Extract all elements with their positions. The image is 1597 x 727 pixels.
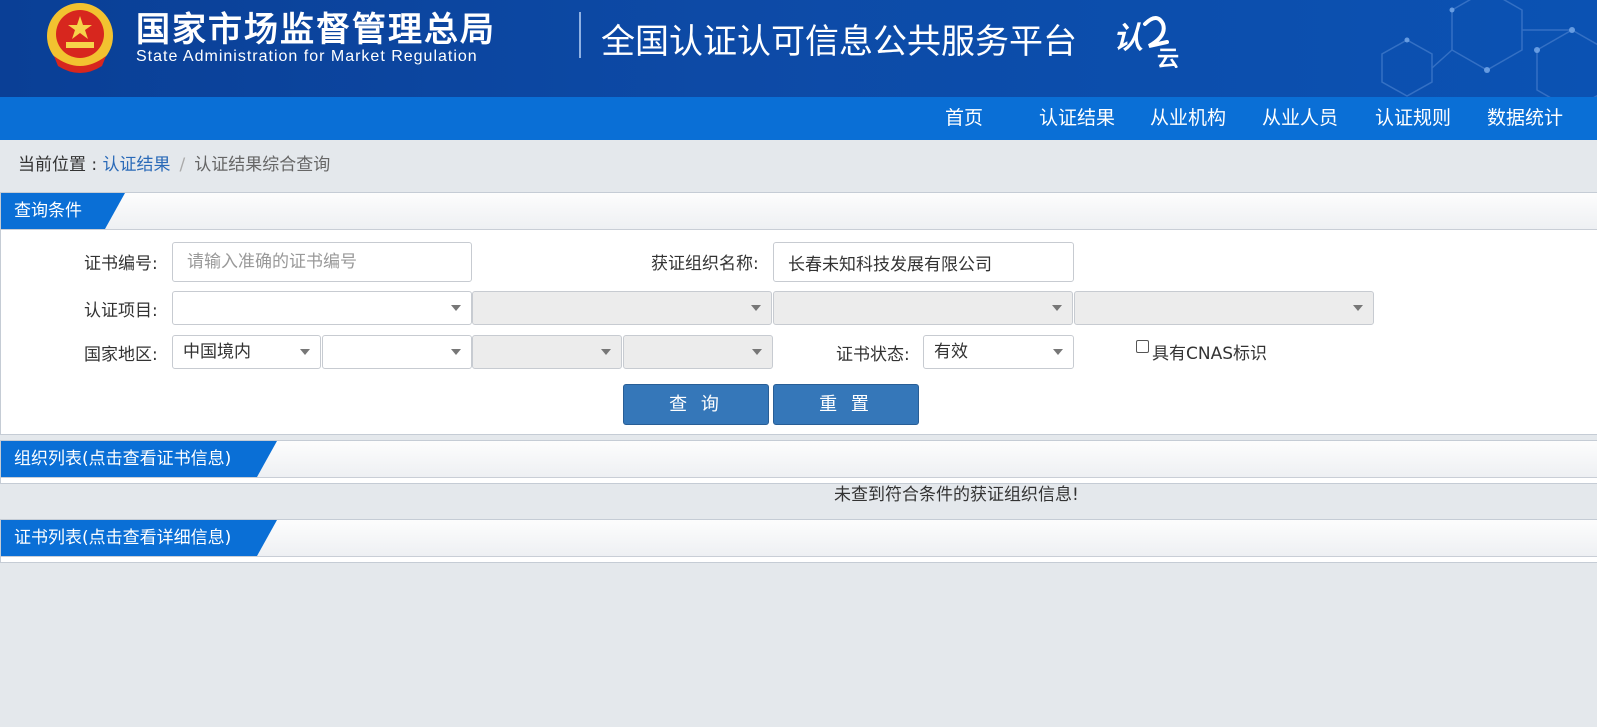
cnas-label: 具有CNAS标识: [1152, 344, 1268, 364]
chevron-down-icon: [601, 349, 611, 355]
nav-item-statistics[interactable]: 数据统计: [1487, 97, 1563, 140]
site-header: 国家市场监督管理总局 State Administration for Mark…: [0, 0, 1597, 97]
project-select-2[interactable]: [472, 291, 772, 325]
breadcrumb: 当前位置 : 认证结果 / 认证结果综合查询: [18, 150, 330, 175]
region-select-3[interactable]: [472, 335, 622, 369]
org-list-panel: 组织列表(点击查看证书信息): [0, 440, 1597, 484]
platform-title: 全国认证认可信息公共服务平台: [601, 22, 1077, 62]
org-name-cn: 国家市场监督管理总局: [136, 10, 496, 50]
status-select[interactable]: 有效: [923, 335, 1074, 369]
org-name-input[interactable]: [773, 242, 1074, 282]
search-button[interactable]: 查 询: [623, 384, 769, 425]
nav-item-home[interactable]: 首页: [945, 97, 983, 140]
rzy-cloud-logo-icon: 认 云: [1113, 16, 1179, 68]
nav-item-cert-results[interactable]: 认证结果: [1039, 97, 1115, 140]
main-nav: 首页 认证结果 从业机构 从业人员 认证规则 数据统计: [0, 97, 1597, 140]
org-list-panel-title: 组织列表(点击查看证书信息): [14, 449, 232, 469]
org-list-panel-header: 组织列表(点击查看证书信息): [1, 441, 1597, 478]
svg-text:云: 云: [1157, 47, 1179, 68]
breadcrumb-prefix: 当前位置 :: [18, 155, 103, 175]
chevron-down-icon: [1353, 305, 1363, 311]
reset-button[interactable]: 重 置: [773, 384, 919, 425]
breadcrumb-current: 认证结果综合查询: [194, 155, 331, 175]
svg-text:认: 认: [1113, 21, 1143, 56]
network-decoration: [1381, 0, 1597, 97]
breadcrumb-link-cert-results[interactable]: 认证结果: [103, 155, 171, 175]
org-list-empty-message: 未查到符合条件的获证组织信息!: [834, 485, 1079, 505]
region-select-4[interactable]: [623, 335, 773, 369]
national-emblem-icon: [47, 3, 113, 73]
nav-item-institutions[interactable]: 从业机构: [1150, 97, 1226, 140]
region-select-1-value: 中国境内: [183, 342, 251, 362]
project-label: 认证项目:: [84, 301, 158, 321]
org-name-en: State Administration for Market Regulati…: [136, 48, 478, 65]
query-panel-header: 查询条件: [1, 193, 1597, 230]
project-select-4[interactable]: [1074, 291, 1374, 325]
chevron-down-icon: [752, 349, 762, 355]
cert-list-panel-header: 证书列表(点击查看详细信息): [1, 520, 1597, 557]
cert-list-panel-title: 证书列表(点击查看详细信息): [14, 528, 232, 548]
nav-item-rules[interactable]: 认证规则: [1375, 97, 1451, 140]
project-select-1[interactable]: [172, 291, 472, 325]
cert-list-panel: 证书列表(点击查看详细信息): [0, 519, 1597, 563]
chevron-down-icon: [751, 305, 761, 311]
cert-no-label: 证书编号:: [84, 254, 158, 274]
region-select-1[interactable]: 中国境内: [172, 335, 321, 369]
region-select-2[interactable]: [322, 335, 472, 369]
query-panel: 查询条件 证书编号: 获证组织名称: 认证项目: 国家地区: 中国境内 证书状态…: [0, 192, 1597, 435]
chevron-down-icon: [451, 305, 461, 311]
query-panel-title: 查询条件: [14, 201, 82, 221]
status-select-value: 有效: [934, 342, 968, 362]
cnas-checkbox[interactable]: [1136, 340, 1149, 353]
nav-item-personnel[interactable]: 从业人员: [1262, 97, 1338, 140]
chevron-down-icon: [1052, 305, 1062, 311]
status-label: 证书状态:: [836, 345, 910, 365]
chevron-down-icon: [1053, 349, 1063, 355]
org-name-label: 获证组织名称:: [651, 254, 759, 274]
region-label: 国家地区:: [84, 345, 158, 365]
chevron-down-icon: [451, 349, 461, 355]
cert-no-input[interactable]: [172, 242, 472, 282]
header-divider: [579, 12, 581, 58]
project-select-3[interactable]: [773, 291, 1073, 325]
chevron-down-icon: [300, 349, 310, 355]
breadcrumb-separator: /: [179, 155, 186, 175]
